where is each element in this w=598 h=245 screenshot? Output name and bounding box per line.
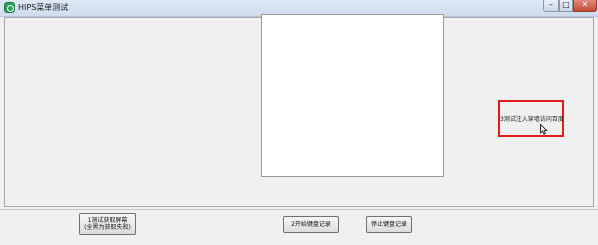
screen-preview-panel: [261, 14, 444, 177]
maximize-button[interactable]: □: [559, 0, 573, 12]
app-icon: [4, 2, 15, 13]
cursor-icon: [540, 124, 548, 135]
stop-keylog-button[interactable]: 停止键盘记录: [366, 216, 412, 233]
inject-button-label: 3测试注入穿墙访问百度: [500, 116, 564, 123]
capture-button-line1: 1测试获取屏幕: [87, 217, 128, 224]
window-title: HIPS菜单测试: [18, 3, 69, 12]
inject-browse-baidu-button[interactable]: 3测试注入穿墙访问百度: [498, 100, 564, 137]
capture-screen-button[interactable]: 1测试获取屏幕 (全黑为获取失败): [79, 213, 136, 235]
minimize-button[interactable]: –: [543, 0, 559, 12]
close-button[interactable]: ✕: [573, 0, 597, 12]
status-divider: [0, 209, 598, 210]
start-keylog-button[interactable]: 2开始键盘记录: [283, 216, 339, 233]
capture-button-line2: (全黑为获取失败): [84, 224, 131, 231]
